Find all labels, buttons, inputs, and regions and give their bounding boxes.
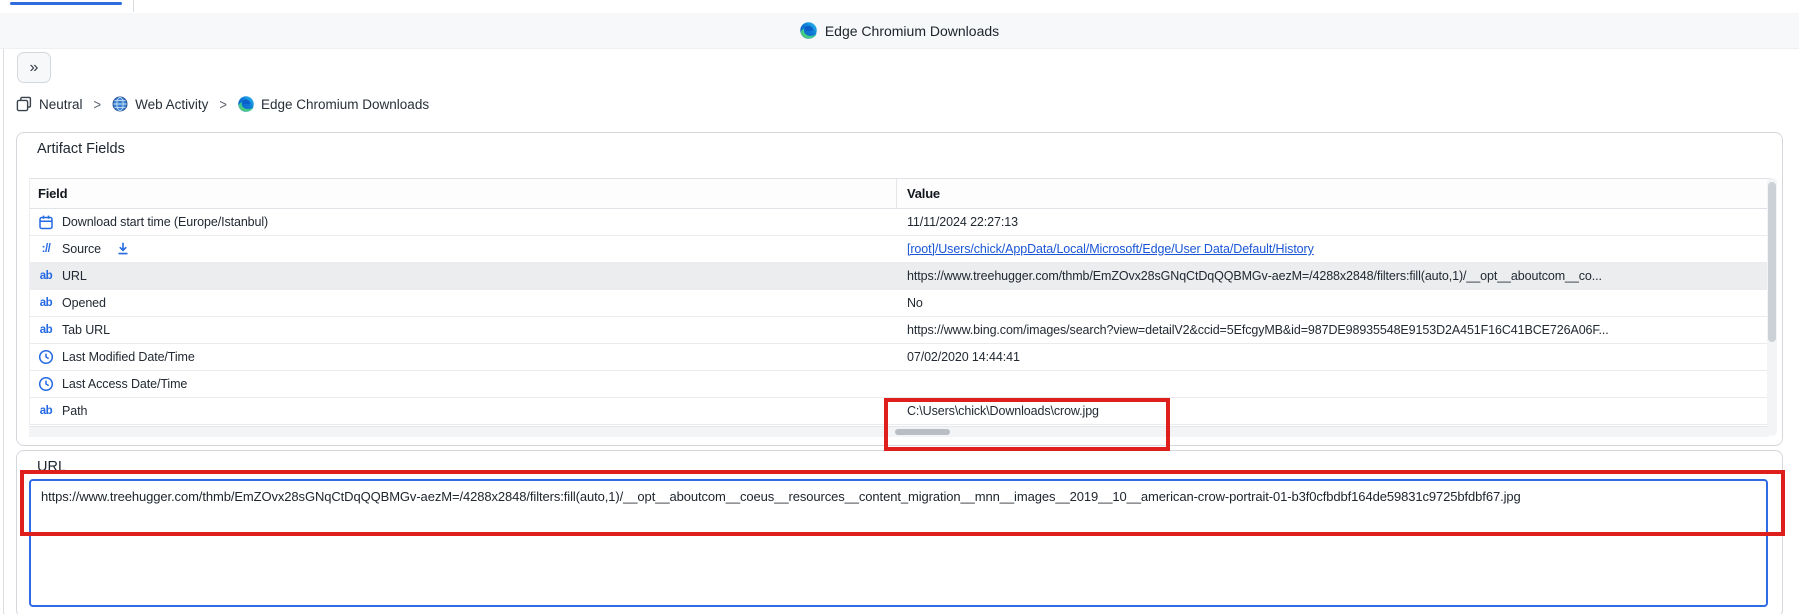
- field-value: C:\Users\chick\Downloads\crow.jpg: [897, 404, 1770, 418]
- field-value: 07/02/2020 14:44:41: [897, 350, 1770, 364]
- clock-icon: [38, 376, 54, 392]
- vertical-scrollbar-thumb[interactable]: [1768, 182, 1776, 342]
- table-row-tab-url[interactable]: ab Tab URL https://www.bing.com/images/s…: [30, 317, 1770, 344]
- clock-icon: [38, 349, 54, 365]
- field-name: Source: [62, 242, 101, 256]
- tab-strip: [0, 0, 1799, 13]
- content-left-border: [3, 49, 4, 614]
- table-row-opened[interactable]: ab Opened No: [30, 290, 1770, 317]
- column-header-label: Field: [38, 186, 67, 201]
- url-detail-panel: URL https://www.treehugger.com/thmb/EmZO…: [16, 450, 1783, 614]
- breadcrumb-separator: >: [94, 96, 102, 113]
- field-name: Last Access Date/Time: [62, 377, 187, 391]
- breadcrumb-label: Web Activity: [135, 97, 208, 112]
- edge-icon: [238, 96, 254, 112]
- field-name: Path: [62, 404, 87, 418]
- download-icon[interactable]: [115, 241, 131, 257]
- page-title: Edge Chromium Downloads: [825, 23, 999, 39]
- breadcrumb-label: Edge Chromium Downloads: [261, 97, 429, 112]
- field-name: Tab URL: [62, 323, 110, 337]
- table-row-download-start-time[interactable]: Download start time (Europe/Istanbul) 11…: [30, 209, 1770, 236]
- field-name: Download start time (Europe/Istanbul): [62, 215, 268, 229]
- field-value: https://www.bing.com/images/search?view=…: [897, 323, 1770, 337]
- tab-divider: [133, 0, 134, 12]
- breadcrumb-item-neutral[interactable]: Neutral: [16, 96, 83, 112]
- page-header: Edge Chromium Downloads: [0, 13, 1799, 49]
- column-header-label: Value: [907, 186, 940, 201]
- url-value-field[interactable]: https://www.treehugger.com/thmb/EmZOvx28…: [29, 479, 1768, 607]
- column-header-value[interactable]: Value: [897, 186, 1770, 201]
- artifact-fields-title: Artifact Fields: [37, 141, 125, 157]
- field-name: Opened: [62, 296, 106, 310]
- field-value: No: [897, 296, 1770, 310]
- breadcrumb-label: Neutral: [39, 97, 83, 112]
- field-name: URL: [62, 269, 87, 283]
- globe-icon: [112, 96, 128, 112]
- horizontal-scrollbar[interactable]: [29, 426, 1769, 437]
- app-window: Edge Chromium Downloads » Neutral > Web …: [0, 0, 1799, 614]
- text-ab-icon: ab: [38, 297, 54, 309]
- text-ab-icon: ab: [38, 270, 54, 282]
- edge-icon: [800, 22, 817, 39]
- artifact-fields-panel: Artifact Fields Field Value Download sta…: [16, 132, 1783, 446]
- field-value: https://www.treehugger.com/thmb/EmZOvx28…: [897, 269, 1770, 283]
- table-row-path[interactable]: ab Path C:\Users\chick\Downloads\crow.jp…: [30, 398, 1770, 425]
- breadcrumb: Neutral > Web Activity > Edge Chromium D…: [16, 94, 429, 114]
- expand-sidebar-button[interactable]: »: [17, 52, 51, 83]
- column-header-field[interactable]: Field: [30, 179, 897, 208]
- text-ab-icon: ab: [38, 405, 54, 417]
- source-protocol-icon: ://: [38, 243, 54, 255]
- window-restore-icon: [16, 96, 32, 112]
- breadcrumb-item-web-activity[interactable]: Web Activity: [112, 96, 208, 112]
- table-header-row: Field Value: [30, 178, 1770, 209]
- url-panel-title: URL: [37, 459, 66, 475]
- table-row-last-modified[interactable]: Last Modified Date/Time 07/02/2020 14:44…: [30, 344, 1770, 371]
- field-name: Last Modified Date/Time: [62, 350, 195, 364]
- calendar-icon: [38, 214, 54, 230]
- field-value: 11/11/2024 22:27:13: [897, 215, 1770, 229]
- artifact-fields-table: Field Value Download start time (Europe/…: [29, 178, 1771, 425]
- breadcrumb-separator: >: [219, 96, 227, 113]
- table-row-url[interactable]: ab URL https://www.treehugger.com/thmb/E…: [30, 263, 1770, 290]
- horizontal-scrollbar-thumb[interactable]: [895, 429, 950, 435]
- active-tab-indicator: [10, 2, 122, 5]
- table-row-source[interactable]: :// Source [root]/Users/chick/AppData/Lo…: [30, 236, 1770, 263]
- source-path-link[interactable]: [root]/Users/chick/AppData/Local/Microso…: [907, 242, 1314, 256]
- breadcrumb-item-edge-chromium-downloads[interactable]: Edge Chromium Downloads: [238, 96, 429, 112]
- table-row-last-access[interactable]: Last Access Date/Time: [30, 371, 1770, 398]
- text-ab-icon: ab: [38, 324, 54, 336]
- vertical-scrollbar[interactable]: [1767, 178, 1777, 436]
